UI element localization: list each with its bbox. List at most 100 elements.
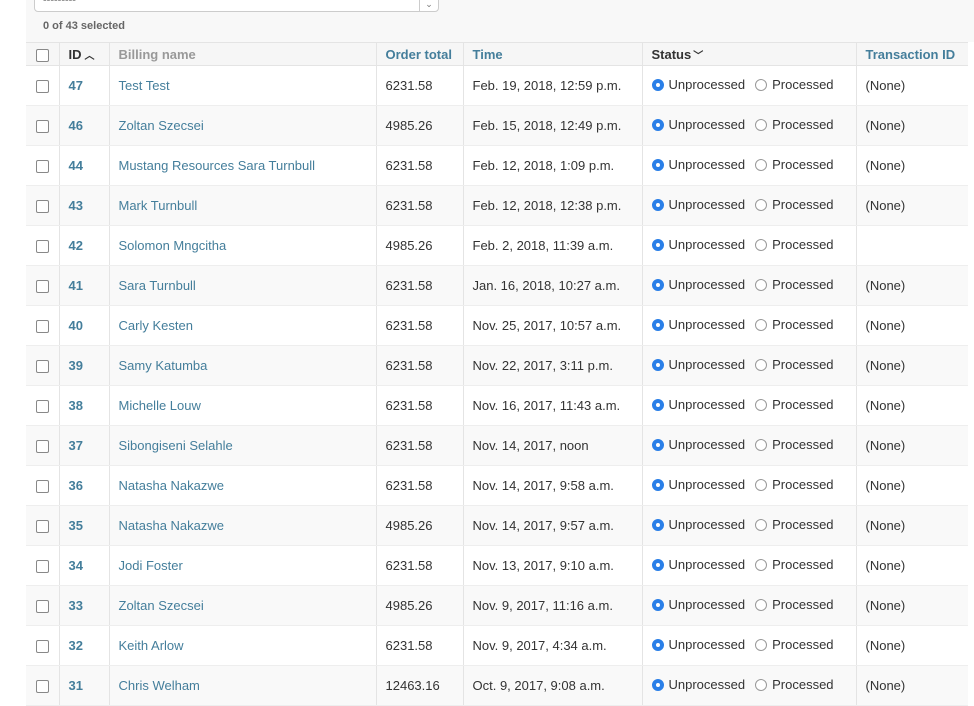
order-id-link[interactable]: 42 <box>69 238 83 253</box>
order-id-link[interactable]: 35 <box>69 518 83 533</box>
status-radio-processed-label[interactable]: Processed <box>772 557 833 572</box>
billing-name-link[interactable]: Zoltan Szecsei <box>119 598 204 613</box>
status-radio-processed-label[interactable]: Processed <box>772 277 833 292</box>
column-header-transaction-id[interactable]: Transaction ID <box>855 42 968 66</box>
status-radio-processed[interactable] <box>755 278 768 291</box>
select-all-checkbox[interactable] <box>35 48 49 62</box>
status-radio-processed[interactable] <box>755 598 768 611</box>
order-id-link[interactable]: 39 <box>69 358 83 373</box>
status-radio-unprocessed-label[interactable]: Unprocessed <box>669 397 746 412</box>
column-header-transaction-id-label[interactable]: Transaction ID <box>866 47 956 62</box>
status-radio-unprocessed[interactable] <box>651 638 664 651</box>
status-radio-processed[interactable] <box>755 198 768 211</box>
status-radio-unprocessed[interactable] <box>651 78 664 91</box>
row-checkbox[interactable] <box>35 560 49 574</box>
status-radio-unprocessed[interactable] <box>651 318 664 331</box>
status-radio-unprocessed[interactable] <box>651 478 664 491</box>
row-checkbox[interactable] <box>35 480 49 494</box>
status-radio-processed[interactable] <box>755 78 768 91</box>
row-checkbox[interactable] <box>35 200 49 214</box>
billing-name-link[interactable]: Chris Welham <box>119 678 200 693</box>
status-radio-processed-label[interactable]: Processed <box>772 677 833 692</box>
status-radio-unprocessed-label[interactable]: Unprocessed <box>669 77 746 92</box>
row-checkbox[interactable] <box>35 80 49 94</box>
status-radio-unprocessed[interactable] <box>651 598 664 611</box>
order-id-link[interactable]: 37 <box>69 438 83 453</box>
billing-name-link[interactable]: Keith Arlow <box>119 638 184 653</box>
status-radio-processed-label[interactable]: Processed <box>772 157 833 172</box>
status-radio-unprocessed-label[interactable]: Unprocessed <box>669 197 746 212</box>
column-header-time-label[interactable]: Time <box>473 47 503 62</box>
row-checkbox[interactable] <box>35 680 49 694</box>
row-checkbox[interactable] <box>35 240 49 254</box>
billing-name-link[interactable]: Natasha Nakazwe <box>119 518 225 533</box>
billing-name-link[interactable]: Mustang Resources Sara Turnbull <box>119 158 316 173</box>
status-radio-unprocessed-label[interactable]: Unprocessed <box>669 157 746 172</box>
status-radio-unprocessed[interactable] <box>651 438 664 451</box>
status-radio-processed-label[interactable]: Processed <box>772 77 833 92</box>
order-id-link[interactable]: 43 <box>69 198 83 213</box>
status-radio-unprocessed-label[interactable]: Unprocessed <box>669 557 746 572</box>
row-checkbox[interactable] <box>35 160 49 174</box>
row-checkbox[interactable] <box>35 360 49 374</box>
status-radio-processed-label[interactable]: Processed <box>772 117 833 132</box>
chevron-up-icon[interactable]: ︿ <box>85 51 95 62</box>
order-id-link[interactable]: 34 <box>69 558 83 573</box>
column-header-id[interactable]: ID ︿ <box>58 42 109 66</box>
status-radio-processed-label[interactable]: Processed <box>772 477 833 492</box>
status-radio-unprocessed-label[interactable]: Unprocessed <box>669 117 746 132</box>
status-radio-processed-label[interactable]: Processed <box>772 237 833 252</box>
column-header-status-label[interactable]: Status <box>652 47 692 62</box>
status-radio-unprocessed[interactable] <box>651 278 664 291</box>
status-radio-unprocessed-label[interactable]: Unprocessed <box>669 677 746 692</box>
status-radio-processed-label[interactable]: Processed <box>772 197 833 212</box>
status-radio-processed[interactable] <box>755 398 768 411</box>
status-radio-processed-label[interactable]: Processed <box>772 437 833 452</box>
row-checkbox[interactable] <box>35 120 49 134</box>
order-id-link[interactable]: 40 <box>69 318 83 333</box>
status-radio-unprocessed[interactable] <box>651 158 664 171</box>
billing-name-link[interactable]: Michelle Louw <box>119 398 201 413</box>
order-id-link[interactable]: 44 <box>69 158 83 173</box>
status-radio-processed-label[interactable]: Processed <box>772 397 833 412</box>
status-radio-unprocessed-label[interactable]: Unprocessed <box>669 317 746 332</box>
status-radio-processed[interactable] <box>755 558 768 571</box>
billing-name-link[interactable]: Carly Kesten <box>119 318 193 333</box>
billing-name-link[interactable]: Sibongiseni Selahle <box>119 438 233 453</box>
billing-name-link[interactable]: Natasha Nakazwe <box>119 478 225 493</box>
billing-name-link[interactable]: Sara Turnbull <box>119 278 196 293</box>
status-radio-unprocessed-label[interactable]: Unprocessed <box>669 437 746 452</box>
billing-name-link[interactable]: Solomon Mngcitha <box>119 238 227 253</box>
row-checkbox[interactable] <box>35 320 49 334</box>
order-id-link[interactable]: 41 <box>69 278 83 293</box>
status-radio-processed[interactable] <box>755 438 768 451</box>
billing-name-link[interactable]: Jodi Foster <box>119 558 183 573</box>
status-radio-unprocessed[interactable] <box>651 358 664 371</box>
status-radio-processed[interactable] <box>755 478 768 491</box>
row-checkbox[interactable] <box>35 280 49 294</box>
row-checkbox[interactable] <box>35 640 49 654</box>
column-header-status[interactable]: Status ﹀ <box>641 42 856 66</box>
status-radio-processed-label[interactable]: Processed <box>772 517 833 532</box>
order-id-link[interactable]: 36 <box>69 478 83 493</box>
status-radio-processed[interactable] <box>755 358 768 371</box>
order-id-link[interactable]: 31 <box>69 678 83 693</box>
status-radio-unprocessed[interactable] <box>651 678 664 691</box>
chevron-down-icon[interactable]: ﹀ <box>693 51 703 62</box>
billing-name-link[interactable]: Mark Turnbull <box>119 198 198 213</box>
status-radio-processed[interactable] <box>755 678 768 691</box>
row-checkbox[interactable] <box>35 440 49 454</box>
status-radio-unprocessed[interactable] <box>651 518 664 531</box>
status-radio-unprocessed-label[interactable]: Unprocessed <box>669 277 746 292</box>
status-radio-unprocessed-label[interactable]: Unprocessed <box>669 597 746 612</box>
column-header-time[interactable]: Time <box>462 42 642 66</box>
order-id-link[interactable]: 47 <box>69 78 83 93</box>
status-radio-processed[interactable] <box>755 118 768 131</box>
status-radio-unprocessed[interactable] <box>651 398 664 411</box>
row-checkbox[interactable] <box>35 600 49 614</box>
status-radio-processed-label[interactable]: Processed <box>772 637 833 652</box>
column-header-order-total[interactable]: Order total <box>375 42 463 66</box>
status-radio-processed[interactable] <box>755 158 768 171</box>
billing-name-link[interactable]: Zoltan Szecsei <box>119 118 204 133</box>
action-select[interactable]: --------- ⌄ <box>34 0 439 12</box>
